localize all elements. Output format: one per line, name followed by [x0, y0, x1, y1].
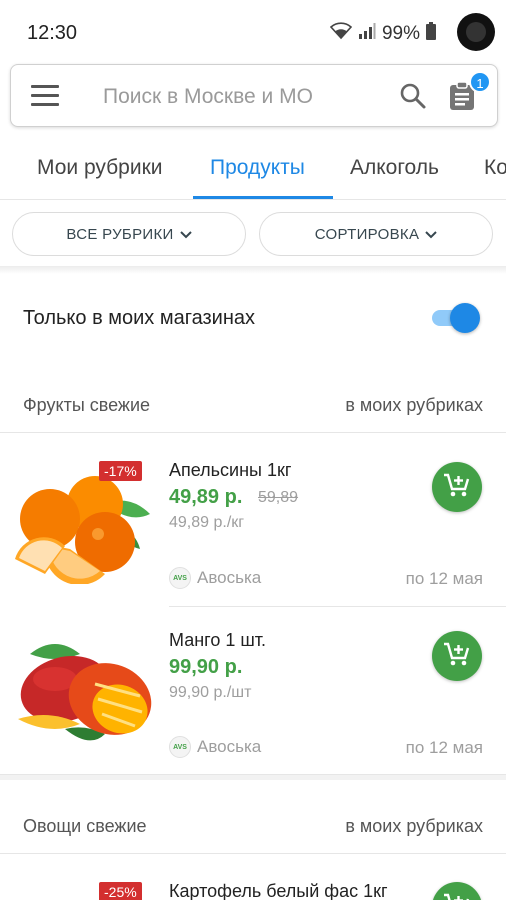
section-title: Фрукты свежие: [23, 395, 151, 415]
product-name: Картофель белый фас 1кг: [169, 881, 388, 900]
store-info: AVS Авоська: [169, 736, 261, 758]
sort-button[interactable]: СОРТИРОВКА: [259, 212, 493, 256]
toggle-thumb: [450, 303, 480, 333]
add-to-cart-button[interactable]: [432, 631, 482, 681]
tab-scroll-indicator: :: [0, 156, 2, 180]
all-rubrics-label: ВСЕ РУБРИКИ: [66, 225, 174, 243]
product-image-mango: [10, 624, 160, 754]
product-card[interactable]: Манго 1 шт. 99,90 р. 99,90 р./шт AVS Аво…: [0, 610, 506, 780]
product-name: Манго 1 шт.: [169, 630, 267, 650]
offer-date: по 12 мая: [405, 569, 483, 588]
status-bar: 12:30 99%: [0, 0, 506, 64]
product-unit-price: 99,90 р./шт: [169, 684, 252, 701]
tab-products[interactable]: Продукты: [210, 156, 305, 180]
status-icons: 99%: [329, 22, 436, 46]
sort-label: СОРТИРОВКА: [314, 225, 420, 243]
product-price: 49,89 р.: [169, 486, 243, 508]
battery-icon: [426, 22, 436, 46]
add-to-cart-button[interactable]: [432, 882, 482, 900]
filter-bar: ВСЕ РУБРИКИ СОРТИРОВКА: [0, 200, 506, 268]
active-tab-indicator: [193, 196, 333, 199]
section-header-vegetables: Овощи свежие в моих рубриках: [0, 796, 506, 854]
battery-percent: 99%: [381, 23, 420, 44]
search-icon[interactable]: [399, 82, 427, 115]
search-bar[interactable]: Поиск в Москве и МО 1: [10, 64, 498, 127]
section-rubrics-link[interactable]: в моих рубриках: [345, 395, 483, 416]
chevron-down-icon: [179, 226, 192, 243]
tab-more[interactable]: Ко: [484, 156, 506, 180]
status-time: 12:30: [27, 22, 78, 44]
menu-icon[interactable]: [31, 85, 59, 107]
add-to-cart-icon: [443, 892, 471, 900]
camera-cutout: [457, 13, 495, 51]
add-to-cart-icon: [443, 641, 471, 672]
discount-badge: -17%: [99, 461, 142, 481]
filter-shadow: [0, 266, 506, 274]
product-unit-price: 49,89 р./кг: [169, 514, 245, 531]
product-name: Апельсины 1кг: [169, 460, 292, 480]
section-rubrics-link[interactable]: в моих рубриках: [345, 816, 483, 837]
add-to-cart-icon: [443, 472, 471, 503]
section-divider: [0, 774, 506, 780]
product-card[interactable]: -25% Картофель белый фас 1кг: [0, 862, 506, 900]
add-to-cart-button[interactable]: [432, 462, 482, 512]
store-info: AVS Авоська: [169, 567, 261, 589]
store-logo: AVS: [169, 567, 191, 589]
list-count-badge: 1: [469, 71, 491, 93]
store-name: Авоська: [197, 737, 262, 756]
store-name: Авоська: [197, 568, 262, 587]
all-rubrics-button[interactable]: ВСЕ РУБРИКИ: [12, 212, 246, 256]
tab-my-rubrics[interactable]: Мои рубрики: [37, 156, 163, 180]
search-input[interactable]: Поиск в Москве и МО: [103, 85, 313, 109]
signal-icon: [358, 22, 376, 46]
tab-alcohol[interactable]: Алкоголь: [350, 156, 439, 180]
my-stores-toggle-row[interactable]: Только в моих магазинах: [0, 280, 506, 356]
chevron-down-icon: [425, 226, 437, 243]
product-divider: [169, 606, 506, 607]
category-tabs: : Мои рубрики Продукты Алкоголь Ко: [0, 136, 506, 200]
offer-date: по 12 мая: [405, 738, 483, 757]
section-title: Овощи свежие: [23, 816, 147, 836]
my-stores-toggle[interactable]: [432, 303, 480, 333]
product-old-price: 59,89: [258, 489, 299, 506]
my-stores-toggle-label: Только в моих магазинах: [23, 307, 256, 329]
product-price: 99,90 р.: [169, 656, 243, 678]
product-card[interactable]: -17% Апельсины 1кг 49,89 р. 59,89 49,89 …: [0, 440, 506, 610]
discount-badge: -25%: [99, 882, 142, 900]
store-logo: AVS: [169, 736, 191, 758]
section-header-fruits: Фрукты свежие в моих рубриках: [0, 375, 506, 433]
wifi-icon: [329, 22, 353, 46]
